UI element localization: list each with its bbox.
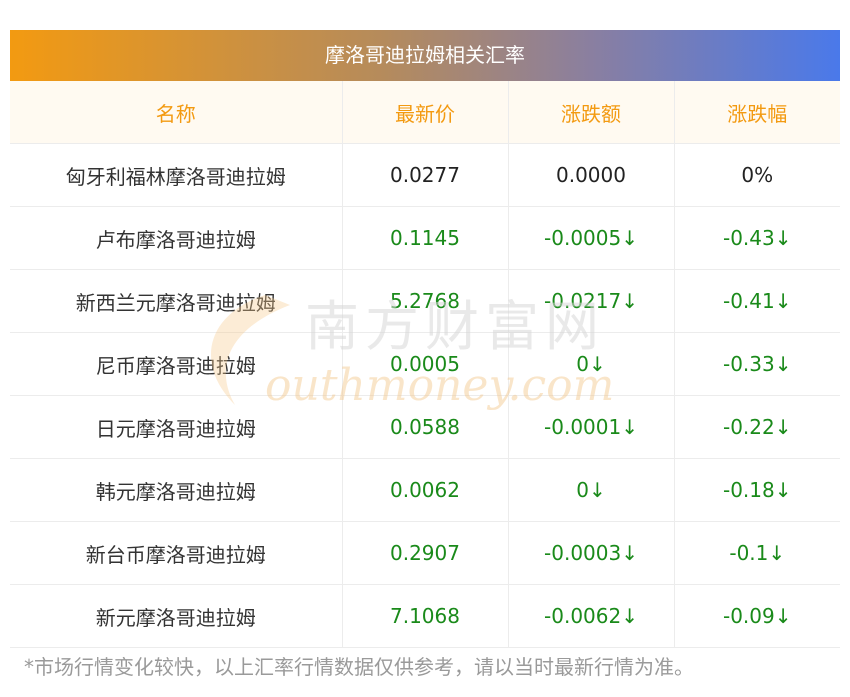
cell-name: 日元摩洛哥迪拉姆 — [10, 395, 343, 459]
cell-pct: -0.09↓ — [674, 584, 840, 648]
cell-change: -0.0005↓ — [508, 206, 675, 270]
cell-price: 5.2768 — [342, 269, 509, 333]
cell-pct: -0.18↓ — [674, 458, 840, 522]
table-header-row: 名称 最新价 涨跌额 涨跌幅 — [10, 81, 840, 144]
cell-price: 7.1068 — [342, 584, 509, 648]
table-row: 新台币摩洛哥迪拉姆 0.2907 -0.0003↓ -0.1↓ — [10, 521, 840, 585]
cell-pct: -0.43↓ — [674, 206, 840, 270]
cell-name: 尼币摩洛哥迪拉姆 — [10, 332, 343, 396]
table-row: 匈牙利福林摩洛哥迪拉姆 0.0277 0.0000 0% — [10, 143, 840, 207]
col-header-name: 名称 — [10, 81, 343, 144]
cell-price: 0.0062 — [342, 458, 509, 522]
cell-price: 0.0277 — [342, 143, 509, 207]
cell-change: 0↓ — [508, 458, 675, 522]
cell-price: 0.0005 — [342, 332, 509, 396]
cell-change: -0.0003↓ — [508, 521, 675, 585]
cell-pct: -0.22↓ — [674, 395, 840, 459]
cell-pct: -0.33↓ — [674, 332, 840, 396]
table-row: 韩元摩洛哥迪拉姆 0.0062 0↓ -0.18↓ — [10, 458, 840, 522]
cell-price: 0.0588 — [342, 395, 509, 459]
disclaimer-note: *市场行情变化较快，以上汇率行情数据仅供参考，请以当时最新行情为准。 — [24, 655, 694, 679]
cell-price: 0.2907 — [342, 521, 509, 585]
cell-name: 新西兰元摩洛哥迪拉姆 — [10, 269, 343, 333]
table-row: 日元摩洛哥迪拉姆 0.0588 -0.0001↓ -0.22↓ — [10, 395, 840, 459]
cell-change: -0.0001↓ — [508, 395, 675, 459]
table-row: 卢布摩洛哥迪拉姆 0.1145 -0.0005↓ -0.43↓ — [10, 206, 840, 270]
cell-price: 0.1145 — [342, 206, 509, 270]
cell-pct: -0.1↓ — [674, 521, 840, 585]
cell-change: -0.0062↓ — [508, 584, 675, 648]
table-row: 尼币摩洛哥迪拉姆 0.0005 0↓ -0.33↓ — [10, 332, 840, 396]
table-row: 新西兰元摩洛哥迪拉姆 5.2768 -0.0217↓ -0.41↓ — [10, 269, 840, 333]
col-header-pct: 涨跌幅 — [673, 81, 840, 144]
table-row: 新元摩洛哥迪拉姆 7.1068 -0.0062↓ -0.09↓ — [10, 584, 840, 648]
rates-card: 摩洛哥迪拉姆相关汇率 名称 最新价 涨跌额 涨跌幅 匈牙利福林摩洛哥迪拉姆 0.0… — [10, 30, 840, 648]
page-title: 摩洛哥迪拉姆相关汇率 — [10, 30, 840, 81]
cell-pct: -0.41↓ — [674, 269, 840, 333]
col-header-price: 最新价 — [341, 81, 509, 144]
cell-name: 新台币摩洛哥迪拉姆 — [10, 521, 343, 585]
cell-change: 0.0000 — [508, 143, 675, 207]
cell-change: 0↓ — [508, 332, 675, 396]
rates-table: 名称 最新价 涨跌额 涨跌幅 匈牙利福林摩洛哥迪拉姆 0.0277 0.0000 0%… — [10, 81, 840, 648]
cell-pct: 0% — [674, 143, 840, 207]
cell-change: -0.0217↓ — [508, 269, 675, 333]
cell-name: 匈牙利福林摩洛哥迪拉姆 — [10, 143, 343, 207]
cell-name: 新元摩洛哥迪拉姆 — [10, 584, 343, 648]
cell-name: 卢布摩洛哥迪拉姆 — [10, 206, 343, 270]
cell-name: 韩元摩洛哥迪拉姆 — [10, 458, 343, 522]
col-header-change: 涨跌额 — [507, 81, 675, 144]
